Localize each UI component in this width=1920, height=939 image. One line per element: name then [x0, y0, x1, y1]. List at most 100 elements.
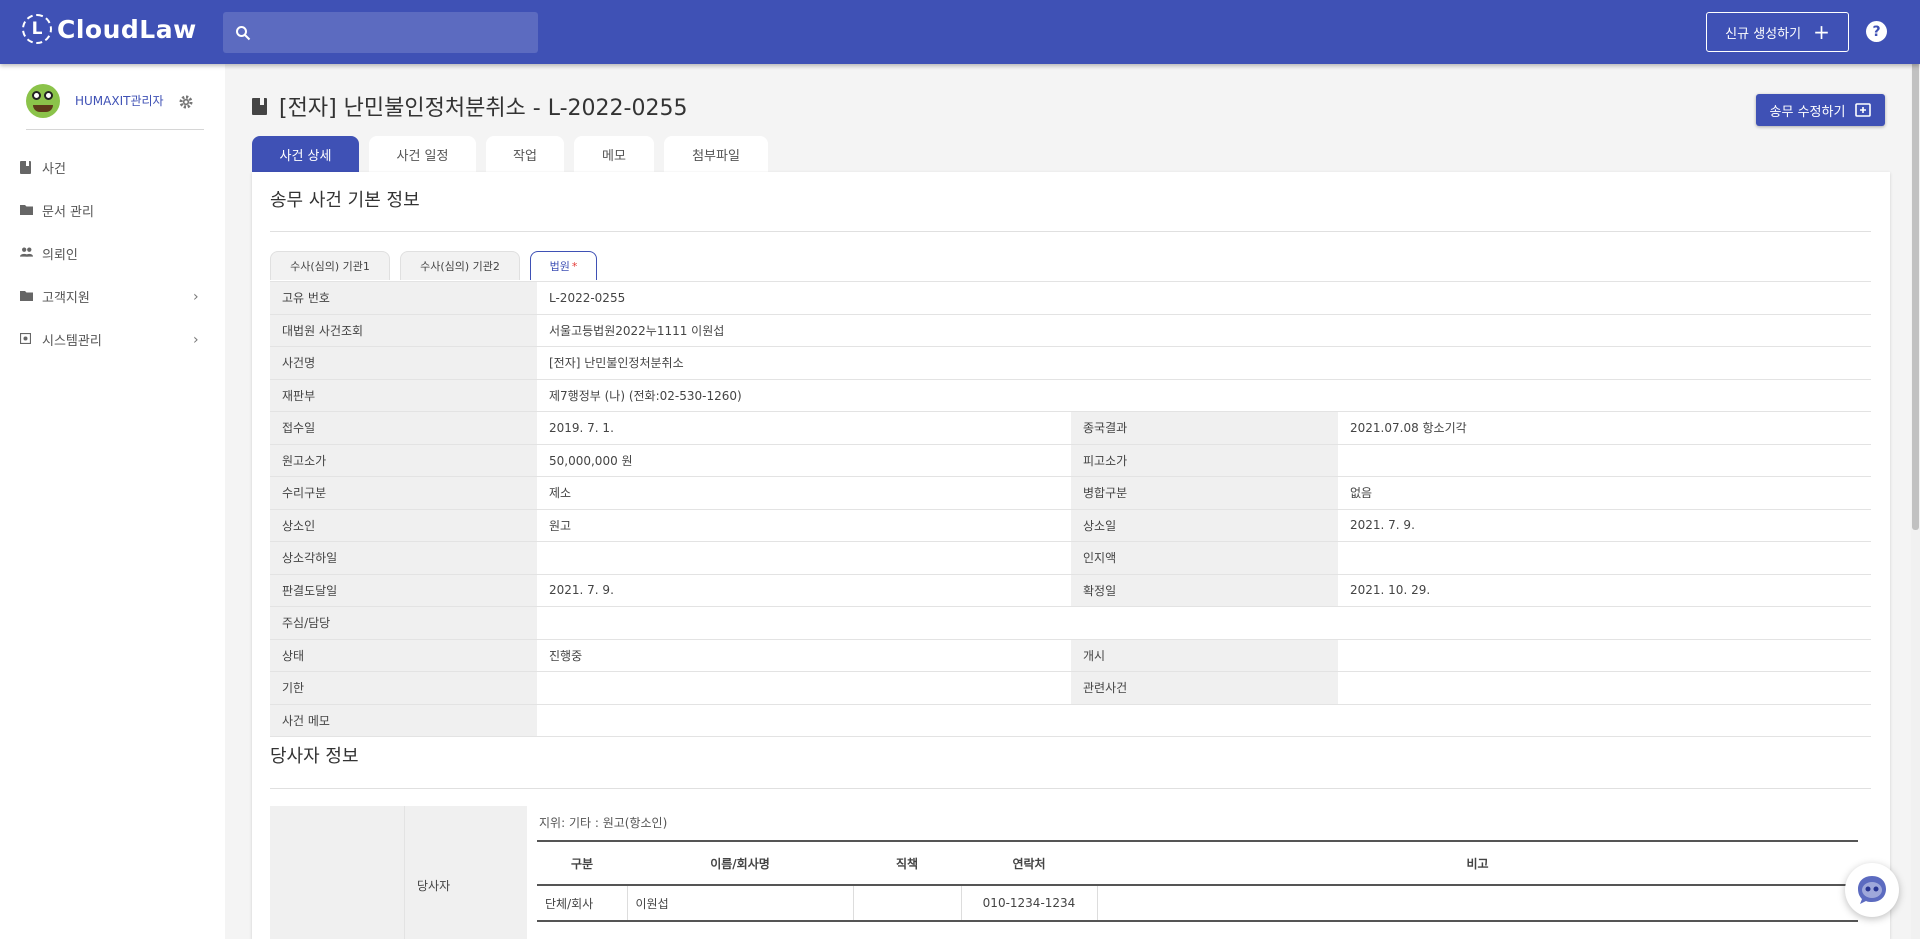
field-label: 상소일 [1071, 508, 1338, 542]
user-name: HUMAXIT관리자 [75, 94, 164, 108]
tab-case-schedule[interactable]: 사건 일정 [369, 136, 476, 172]
field-label: 상소각하일 [270, 541, 537, 575]
party-label-cell: 당사자 [404, 806, 527, 939]
chatbot-icon [1858, 876, 1886, 904]
table-row: 고유 번호 L-2022-0255 [270, 281, 1871, 315]
table-row: 사건 메모 [270, 703, 1871, 737]
sidebar-item-label: 의뢰인 [42, 248, 78, 263]
search-input[interactable] [263, 24, 523, 41]
subtab-label: 수사(심의) 기관1 [290, 260, 370, 273]
sidebar: HUMAXIT관리자 사건 문서 관리 의뢰인 고객지원 › 시스템관리 › [0, 64, 225, 939]
field-value: [전자] 난민불인정처분취소 [537, 346, 1871, 380]
new-create-label: 신규 생성하기 [1725, 26, 1802, 42]
sidebar-item-label: 사건 [42, 162, 66, 177]
field-label: 주심/담당 [270, 606, 537, 640]
subtab-agency-1[interactable]: 수사(심의) 기관1 [270, 251, 390, 280]
sidebar-item-label: 문서 관리 [42, 205, 94, 220]
table-row: 상태 진행중 개시 [270, 638, 1871, 672]
page-scrollbar[interactable] [1911, 52, 1920, 939]
party-note [1097, 885, 1858, 922]
chatbot-button[interactable] [1845, 863, 1899, 917]
party-name: 이원섭 [627, 885, 854, 922]
field-label: 수리구분 [270, 476, 537, 510]
field-label: 판결도달일 [270, 573, 537, 607]
table-row: 수리구분 제소 병합구분 없음 [270, 476, 1871, 510]
sidebar-item-customer-support[interactable]: 고객지원 › [0, 275, 225, 318]
party-role: 지위: 기타 : 원고(항소인) [539, 816, 668, 830]
tab-attachments[interactable]: 첨부파일 [664, 136, 768, 172]
divider [270, 231, 1871, 232]
field-value: 원고 [537, 508, 1071, 542]
field-label: 상태 [270, 638, 537, 672]
field-value [537, 606, 1871, 640]
help-icon[interactable]: ? [1866, 21, 1887, 42]
table-row: 접수일 2019. 7. 1. 종국결과 2021.07.08 항소기각 [270, 411, 1871, 445]
subtab-court[interactable]: 법원 * [530, 251, 597, 280]
avatar[interactable] [26, 84, 60, 118]
field-label: 피고소가 [1071, 443, 1338, 477]
field-label: 개시 [1071, 638, 1338, 672]
field-label: 상소인 [270, 508, 537, 542]
gear-icon[interactable] [178, 94, 194, 110]
party-label: 당사자 [417, 879, 451, 893]
column-header: 구분 [537, 840, 627, 886]
party-group-cell [270, 806, 404, 939]
chevron-right-icon: › [193, 289, 199, 305]
book-icon [252, 97, 267, 115]
page-title-text: [전자] 난민불인정처분취소 - L-2022-0255 [279, 96, 688, 121]
edit-case-button[interactable]: 송무 수정하기 [1756, 94, 1885, 126]
sidebar-item-clients[interactable]: 의뢰인 [0, 232, 225, 275]
tab-tasks[interactable]: 작업 [486, 136, 564, 172]
required-mark: * [571, 259, 578, 273]
field-value: 2021. 10. 29. [1338, 573, 1871, 607]
table-row: 원고소가 50,000,000 원 피고소가 [270, 443, 1871, 477]
cloudlaw-logo[interactable]: L CloudLaw [22, 14, 197, 44]
sidebar-item-cases[interactable]: 사건 [0, 146, 225, 189]
case-tabs: 사건 상세 사건 일정 작업 메모 첨부파일 [252, 136, 778, 172]
field-label: 대법원 사건조회 [270, 313, 537, 347]
tab-case-detail[interactable]: 사건 상세 [252, 136, 359, 172]
table-row: 상소인 원고 상소일 2021. 7. 9. [270, 508, 1871, 542]
field-value: 2021.07.08 항소기각 [1338, 411, 1871, 445]
column-header: 직책 [853, 840, 961, 886]
search-icon [236, 25, 251, 40]
sidebar-item-documents[interactable]: 문서 관리 [0, 189, 225, 232]
people-icon [20, 247, 33, 260]
subtab-label: 법원 [549, 260, 570, 273]
party-type: 단체/회사 [537, 885, 628, 922]
party-table: 구분 이름/회사명 직책 연락처 비고 단체/회사 이원섭 010-1234-1… [537, 840, 1858, 922]
folder-icon [20, 204, 33, 217]
page-title: [전자] 난민불인정처분취소 - L-2022-0255 [252, 90, 687, 122]
field-value: 2021. 7. 9. [1338, 508, 1871, 542]
user-profile: HUMAXIT관리자 [26, 84, 204, 130]
field-value [537, 703, 1871, 737]
field-value [537, 541, 1071, 575]
field-label: 관련사건 [1071, 671, 1338, 705]
table-row: 기한 관련사건 [270, 671, 1871, 705]
party-contact: 010-1234-1234 [961, 885, 1098, 922]
column-header: 연락처 [961, 840, 1097, 886]
field-label: 재판부 [270, 378, 537, 412]
tab-memo[interactable]: 메모 [574, 136, 654, 172]
scrollbar-thumb[interactable] [1912, 60, 1919, 530]
column-header: 이름/회사명 [627, 840, 853, 886]
agency-subtabs: 수사(심의) 기관1 수사(심의) 기관2 법원 * [270, 251, 607, 280]
sidebar-item-system-admin[interactable]: 시스템관리 › [0, 318, 225, 361]
field-value: 2019. 7. 1. [537, 411, 1071, 445]
table-row: 대법원 사건조회 서울고등법원2022누1111 이원섭 [270, 313, 1871, 347]
new-create-button[interactable]: 신규 생성하기 + [1706, 12, 1849, 52]
table-header-row: 구분 이름/회사명 직책 연락처 비고 [537, 840, 1858, 886]
field-value: L-2022-0255 [537, 281, 1871, 315]
basic-info-title: 송무 사건 기본 정보 [270, 190, 420, 211]
search-box[interactable] [223, 12, 538, 53]
field-label: 접수일 [270, 411, 537, 445]
field-label: 종국결과 [1071, 411, 1338, 445]
field-label: 고유 번호 [270, 281, 537, 315]
sidebar-item-label: 시스템관리 [42, 334, 102, 349]
field-value [1338, 671, 1871, 705]
sidebar-item-label: 고객지원 [42, 291, 90, 306]
table-row: 사건명 [전자] 난민불인정처분취소 [270, 346, 1871, 380]
subtab-agency-2[interactable]: 수사(심의) 기관2 [400, 251, 520, 280]
party-info-title: 당사자 정보 [270, 746, 359, 767]
top-app-bar: L CloudLaw 신규 생성하기 + ? [0, 0, 1920, 64]
